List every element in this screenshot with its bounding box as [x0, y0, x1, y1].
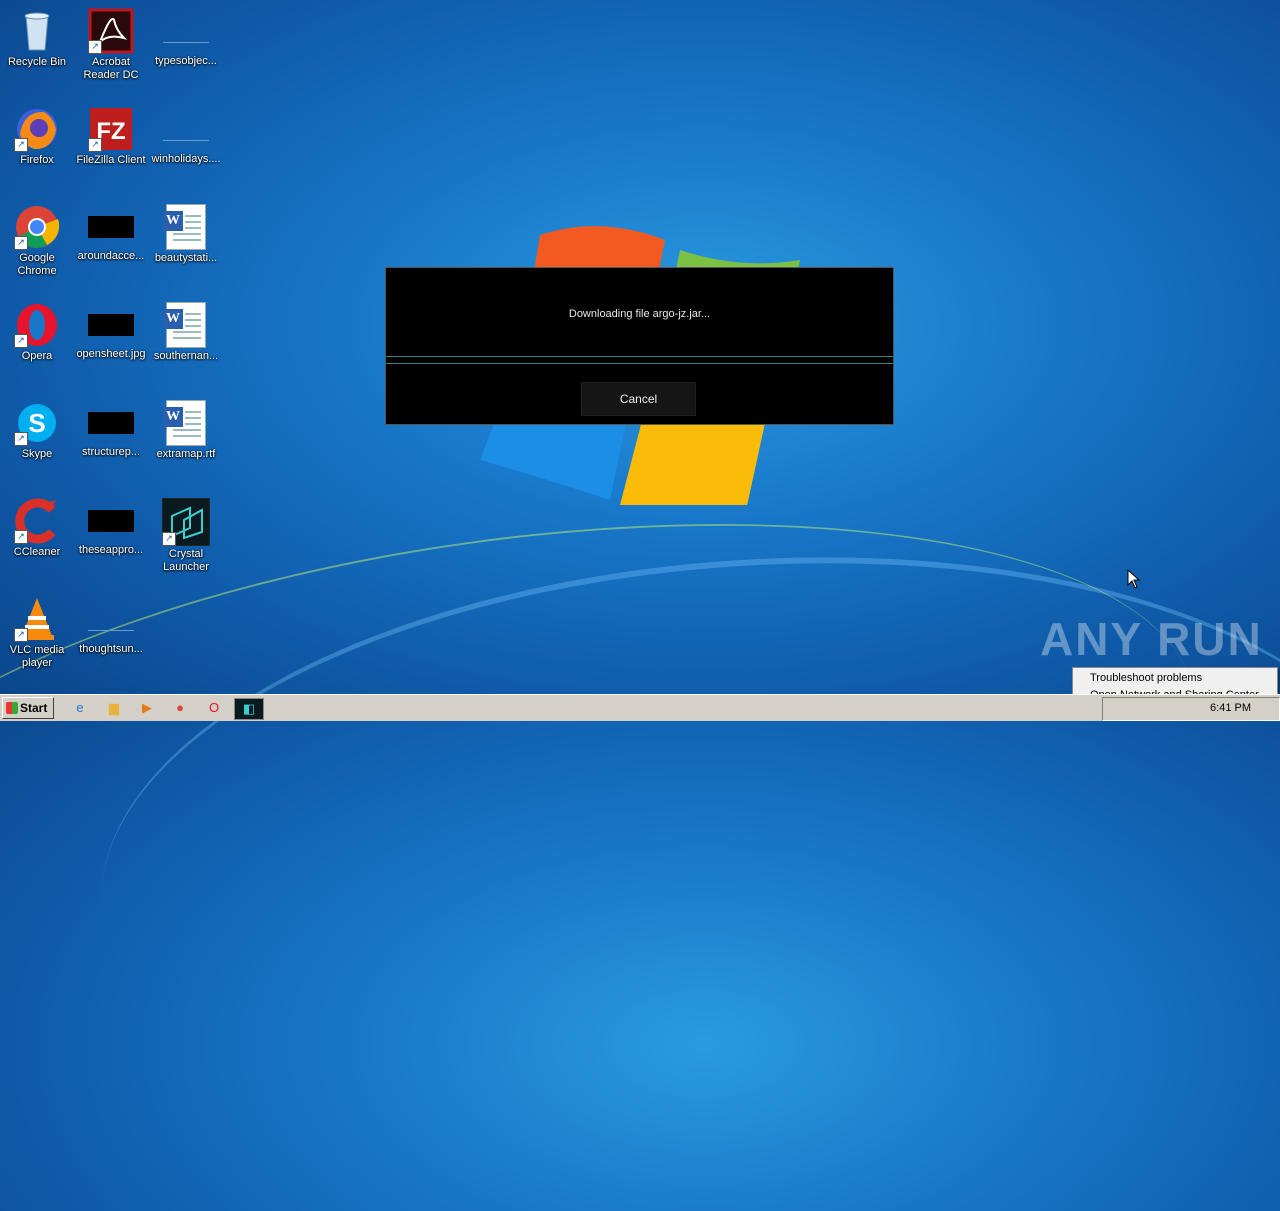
opera-taskbar-icon[interactable]: O [204, 698, 224, 718]
media-player-icon[interactable]: ▶ [137, 698, 157, 718]
word-doc-icon: W [163, 400, 206, 446]
shortcut-arrow-icon: ↗ [14, 334, 28, 348]
icon-label: beautystati... [154, 252, 218, 264]
desktop-icon-acrobat[interactable]: ↗ Acrobat Reader DC [74, 8, 148, 82]
word-doc-icon: W [163, 204, 206, 250]
black-image-icon [88, 216, 134, 238]
shortcut-arrow-icon: ↗ [88, 40, 102, 54]
icon-label: theseappro... [78, 544, 144, 556]
desktop-icon-firefox[interactable]: ↗ Firefox [0, 106, 74, 167]
start-label: Start [20, 701, 48, 715]
icon-label: thoughtsun... [79, 643, 143, 655]
recycle-bin-icon [14, 8, 60, 54]
icon-label: Opera [21, 350, 53, 362]
desktop-icon-opera[interactable]: ↗ Opera [0, 302, 74, 363]
shortcut-arrow-icon: ↗ [162, 532, 176, 546]
desktop-icon-recycle-bin[interactable]: Recycle Bin [0, 8, 74, 69]
desktop-icon-winholidays[interactable]: winholidays.... [149, 106, 223, 166]
black-image-icon [88, 412, 134, 434]
blank-file-icon [163, 20, 209, 43]
shortcut-arrow-icon: ↗ [14, 236, 28, 250]
shortcut-arrow-icon: ↗ [14, 432, 28, 446]
firefox-icon: ↗ [14, 106, 60, 152]
blank-file-icon [88, 608, 134, 631]
icon-label: structurep... [81, 446, 141, 458]
menu-item-troubleshoot[interactable]: Troubleshoot problems [1073, 670, 1277, 687]
desktop-icon-vlc[interactable]: ↗ VLC media player [0, 596, 74, 670]
desktop-icon-aroundacce[interactable]: aroundacce... [74, 204, 148, 263]
icon-label: winholidays.... [151, 153, 221, 165]
download-message: Downloading file argo-jz.jar... [568, 308, 711, 320]
acrobat-icon: ↗ [88, 8, 134, 54]
icon-label: Firefox [20, 154, 54, 166]
icon-label: Google Chrome [17, 252, 57, 277]
icon-label: Recycle Bin [7, 56, 67, 68]
desktop-icon-extramap[interactable]: W extramap.rtf [149, 400, 223, 461]
desktop-icon-typesobjec[interactable]: typesobjec... [149, 8, 223, 68]
skype-icon: S ↗ [14, 400, 60, 446]
anyrun-watermark: ANY RUN [1040, 613, 1263, 665]
ie-icon[interactable]: e [70, 698, 90, 718]
desktop-icon-ccleaner[interactable]: ↗ CCleaner [0, 498, 74, 559]
icon-label: opensheet.jpg [76, 348, 146, 360]
icon-label: typesobjec... [155, 55, 217, 67]
download-dialog: Downloading file argo-jz.jar... Cancel [385, 267, 894, 425]
cancel-button[interactable]: Cancel [581, 382, 696, 416]
desktop-icon-theseappro[interactable]: theseappro... [74, 498, 148, 557]
filezilla-icon: FZ ↗ [88, 106, 134, 152]
chrome-taskbar-icon[interactable]: ● [170, 698, 190, 718]
icon-label: extramap.rtf [156, 448, 216, 460]
windows-flag-icon [6, 702, 18, 714]
desktop-icon-skype[interactable]: S ↗ Skype [0, 400, 74, 461]
opera-icon: ↗ [14, 302, 60, 348]
start-button[interactable]: Start [2, 697, 54, 719]
explorer-icon[interactable]: ▆ [104, 698, 124, 718]
vlc-icon: ↗ [14, 596, 60, 642]
icon-label: CCleaner [13, 546, 61, 558]
crystal-launcher-icon: ↗ [161, 497, 211, 547]
chrome-icon: ↗ [14, 204, 60, 250]
shortcut-arrow-icon: ↗ [14, 530, 28, 544]
system-tray: 6:41 PM [1102, 697, 1280, 721]
shortcut-arrow-icon: ↗ [88, 138, 102, 152]
black-image-icon [88, 314, 134, 336]
word-doc-icon: W [163, 302, 206, 348]
desktop-icon-chrome[interactable]: ↗ Google Chrome [0, 204, 74, 278]
desktop-icon-opensheet[interactable]: opensheet.jpg [74, 302, 148, 361]
crystal-launcher-taskbar-icon[interactable]: ◧ [234, 698, 264, 720]
clock[interactable]: 6:41 PM [1210, 702, 1251, 714]
progress-bar [386, 356, 893, 364]
blank-file-icon [163, 118, 209, 141]
icon-label: aroundacce... [77, 250, 145, 262]
icon-label: Crystal Launcher [163, 548, 209, 573]
icon-label: Acrobat Reader DC [83, 56, 139, 81]
desktop-icon-beautystati[interactable]: W beautystati... [149, 204, 223, 265]
ccleaner-icon: ↗ [14, 498, 60, 544]
shortcut-arrow-icon: ↗ [14, 138, 28, 152]
desktop-icon-structurep[interactable]: structurep... [74, 400, 148, 459]
black-image-icon [88, 510, 134, 532]
icon-label: VLC media player [9, 644, 65, 669]
desktop-icon-southernan[interactable]: W southernan... [149, 302, 223, 363]
icon-label: FileZilla Client [76, 154, 146, 166]
svg-text:S: S [28, 408, 45, 438]
icon-label: southernan... [153, 350, 219, 362]
mouse-cursor-icon [1127, 569, 1141, 589]
icon-label: Skype [21, 448, 53, 460]
desktop-icon-thoughtsun[interactable]: thoughtsun... [74, 596, 148, 656]
desktop-icon-crystal-launcher[interactable]: ↗ Crystal Launcher [149, 497, 223, 574]
taskbar: Start e ▆ ▶ ● O ◧ 6:41 PM [0, 694, 1280, 721]
desktop-icon-filezilla[interactable]: FZ ↗ FileZilla Client [74, 106, 148, 167]
shortcut-arrow-icon: ↗ [14, 628, 28, 642]
